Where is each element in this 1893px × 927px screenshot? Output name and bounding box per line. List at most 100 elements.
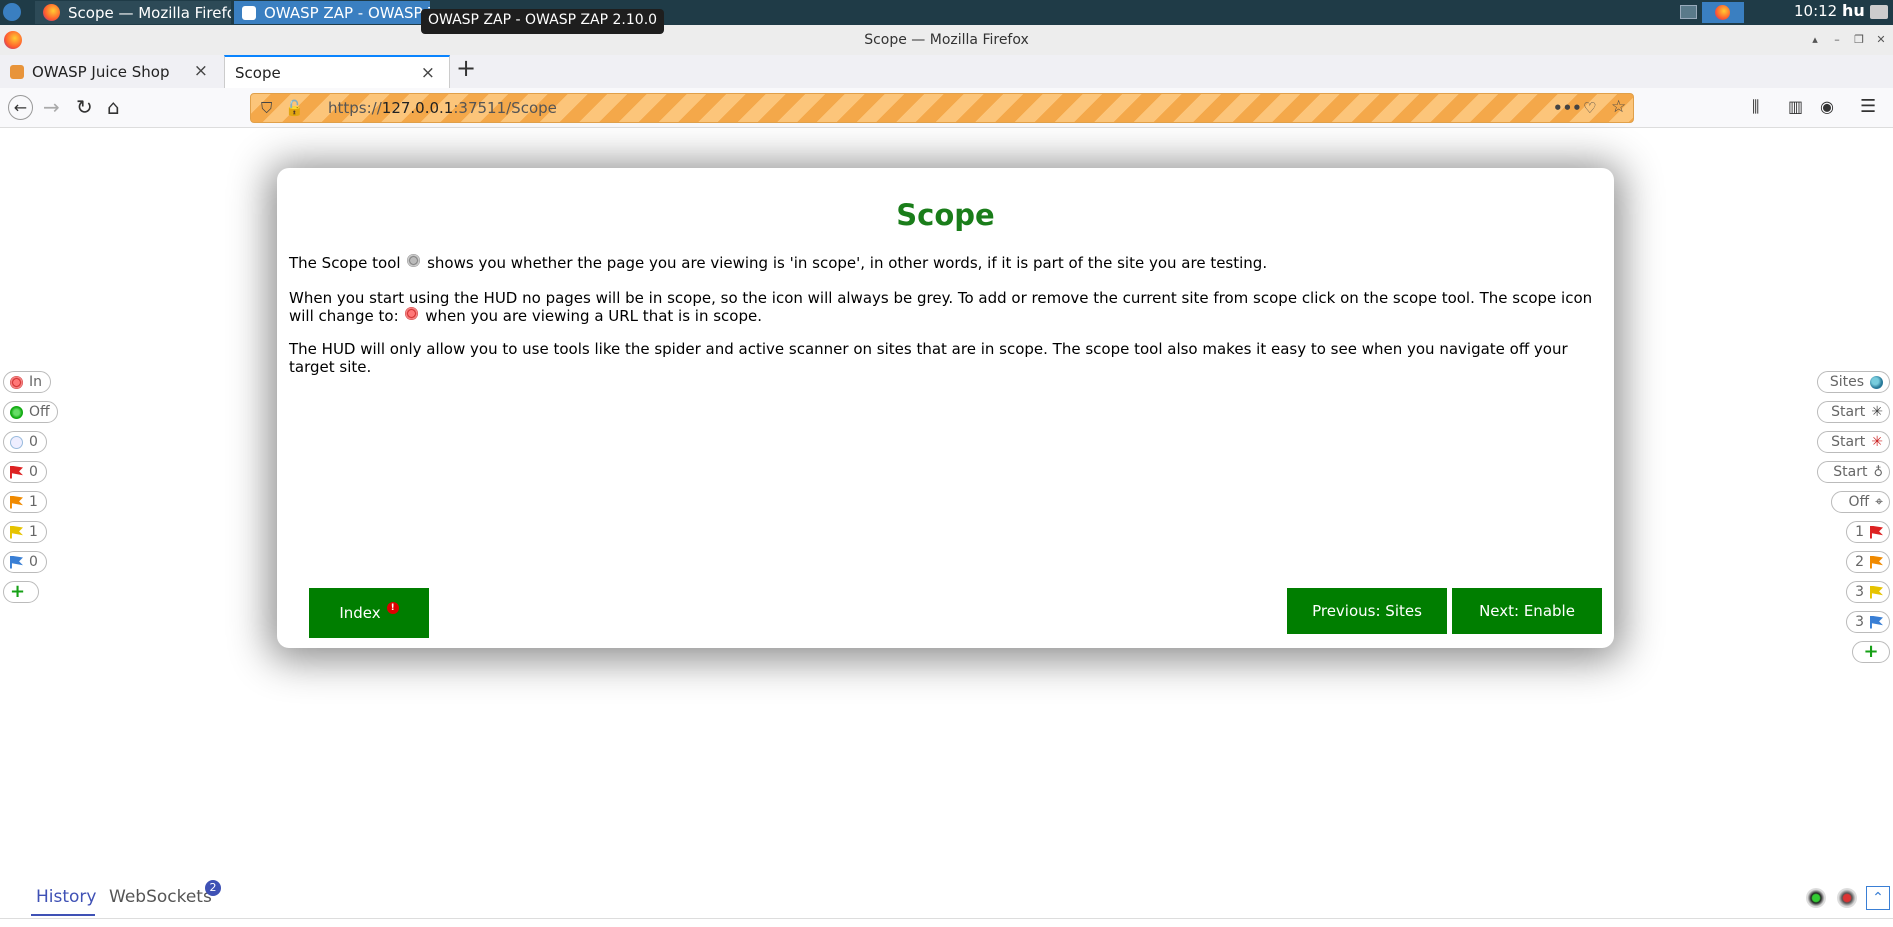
hud-add-tool-right-button[interactable]: + [1852,641,1890,663]
plus-icon: + [10,581,26,602]
firefox-icon [43,4,60,21]
taskbar-item-firefox[interactable]: Scope — Mozilla Firefox [35,1,231,24]
reload-icon[interactable]: ↻ [76,96,93,118]
hud-ajax-spider-button[interactable]: Start ✳ [1817,431,1890,453]
hud-medium-alerts-button[interactable]: 1 [3,491,47,513]
url-text[interactable]: https://127.0.0.1:37511/Scope [328,99,557,117]
tab-label: Scope [235,63,281,82]
websocket-status-icon[interactable] [1806,888,1826,908]
tab-strip: OWASP Juice Shop × Scope × [0,55,1893,88]
plus-icon: + [1863,641,1879,662]
taskbar-item-label: Scope — Mozilla Firefox [68,3,231,22]
active-tab-indicator [31,914,95,916]
home-icon[interactable]: ⌂ [107,96,120,118]
forward-icon[interactable]: → [43,96,60,118]
paragraph-usage: When you start using the HUD no pages wi… [289,289,1593,325]
keyboard-layout-indicator[interactable]: hu [1842,1,1865,20]
hud-page-alerts-button[interactable]: 0 [3,431,47,453]
tray-firefox-icon[interactable] [1702,2,1744,23]
zap-icon [242,5,256,20]
low-alert-flag-icon [1870,585,1883,599]
sidebar-icon[interactable]: ▥ [1788,96,1803,118]
menu-icon[interactable]: ☰ [1860,96,1876,118]
scope-icon [10,375,23,389]
show-desktop-icon[interactable] [1680,5,1697,19]
hud-sites-button[interactable]: Sites [1817,371,1890,393]
clock: 10:12 [1794,2,1838,20]
hud-site-low-alerts-button[interactable]: 3 [1846,581,1890,603]
page-title: Scope [896,198,995,232]
bookmark-star-icon[interactable]: ☆ [1611,97,1626,117]
break-icon [10,405,23,419]
scope-red-icon [405,307,419,320]
info-alert-flag-icon [10,555,23,569]
next-button[interactable]: Next: Enable [1452,588,1602,634]
previous-button[interactable]: Previous: Sites [1287,588,1447,634]
url-bar[interactable]: ⛉ 🔓 https://127.0.0.1:37511/Scope ••• ♡ … [250,93,1634,123]
scope-grey-icon [407,254,421,267]
taskbar-item-label: OWASP ZAP - OWASP Z... [264,3,430,22]
window-up-icon[interactable]: ▴ [1808,33,1822,47]
attack-mode-icon: ⌖ [1875,494,1883,510]
tab-juice-shop[interactable]: OWASP Juice Shop × [0,55,222,88]
lightbulb-icon [10,435,23,449]
taskbar-item-zap[interactable]: OWASP ZAP - OWASP Z... [234,1,430,24]
close-tab-icon[interactable]: × [421,63,435,83]
spider-icon: ✳ [1871,404,1883,420]
alert-badge-icon: ! [386,602,399,614]
websockets-count-badge: 2 [205,880,221,896]
minimize-icon[interactable]: – [1830,33,1844,47]
hud-info-alerts-button[interactable]: 0 [3,551,47,573]
medium-alert-flag-icon [10,495,23,509]
hud-site-medium-alerts-button[interactable]: 2 [1846,551,1890,573]
maximize-icon[interactable]: ❐ [1852,33,1866,47]
hud-site-info-alerts-button[interactable]: 3 [1846,611,1890,633]
account-icon[interactable]: ◉ [1820,96,1834,118]
paragraph-spider: The HUD will only allow you to use tools… [289,340,1568,376]
ajax-spider-icon: ✳ [1871,434,1883,450]
hud-low-alerts-button[interactable]: 1 [3,521,47,543]
hud-site-high-alerts-button[interactable]: 1 [1846,521,1890,543]
start-menu-icon[interactable] [3,3,21,21]
close-window-icon[interactable]: ✕ [1874,33,1888,47]
lock-warning-icon[interactable]: 🔓 [285,99,304,117]
tab-history[interactable]: History [36,887,96,907]
expand-drawer-icon[interactable]: ⌃ [1866,886,1890,910]
tab-label: OWASP Juice Shop [32,62,170,81]
drawer-divider [0,918,1893,919]
library-icon[interactable]: ⫼ [1752,96,1759,118]
battery-icon [1870,5,1888,19]
back-icon[interactable]: ← [8,95,33,120]
juice-shop-favicon-icon [10,64,24,79]
hud-scope-button[interactable]: In [3,371,51,393]
hud-high-alerts-button[interactable]: 0 [3,461,47,483]
tab-scope[interactable]: Scope × [224,55,450,88]
low-alert-flag-icon [10,525,23,539]
new-tab-icon[interactable]: + [456,54,476,82]
hud-active-scan-button[interactable]: Start ♁ [1817,461,1890,483]
medium-alert-flag-icon [1870,555,1883,569]
window-title: Scope — Mozilla Firefox [864,32,1029,48]
taskbar-tooltip: OWASP ZAP - OWASP ZAP 2.10.0 [421,9,665,34]
os-taskbar: Scope — Mozilla Firefox OWASP ZAP - OWAS… [0,0,1893,25]
globe-icon [1870,375,1883,389]
alert-status-icon[interactable] [1837,888,1857,908]
hud-break-button[interactable]: Off [3,401,58,423]
paragraph-intro: The Scope tool shows you whether the pag… [289,254,1268,272]
active-scan-icon: ♁ [1873,464,1883,480]
tab-websockets[interactable]: WebSockets [109,887,212,907]
hud-spider-button[interactable]: Start ✳ [1817,401,1890,423]
page-actions-icon[interactable]: ••• [1553,99,1582,117]
close-tab-icon[interactable]: × [194,61,208,81]
high-alert-flag-icon [1870,525,1883,539]
high-alert-flag-icon [10,465,23,479]
tutorial-dialog: Scope The Scope tool shows you whether t… [277,168,1614,648]
window-titlebar: Scope — Mozilla Firefox ▴ – ❐ ✕ [0,25,1893,55]
hud-attack-mode-button[interactable]: Off ⌖ [1831,491,1890,513]
info-alert-flag-icon [1870,615,1883,629]
index-button[interactable]: Index! [309,588,429,638]
pocket-icon[interactable]: ♡ [1583,99,1596,117]
shield-icon[interactable]: ⛉ [261,99,272,117]
hud-add-tool-left-button[interactable]: + [3,581,39,603]
firefox-icon [4,31,22,49]
